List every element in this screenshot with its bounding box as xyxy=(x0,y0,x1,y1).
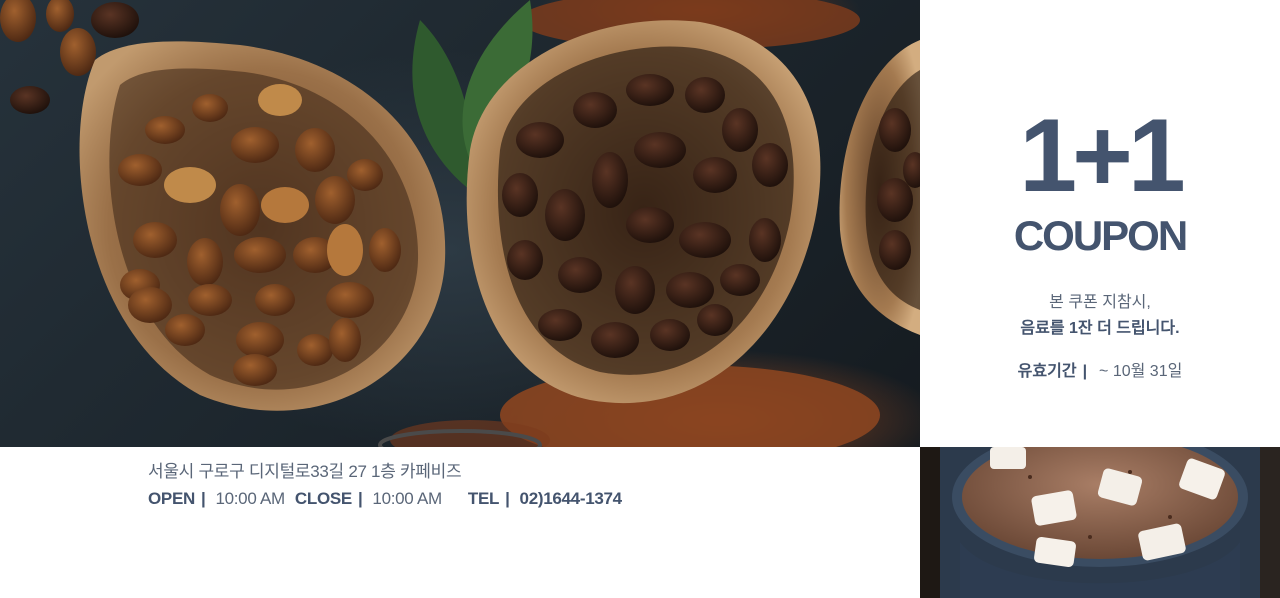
validity-label: 유효기간 xyxy=(1017,363,1077,380)
validity-value: ~ 10월 31일 xyxy=(1099,363,1183,380)
close-separator: | xyxy=(357,489,363,508)
open-separator: | xyxy=(200,489,206,508)
validity-separator: | xyxy=(1082,363,1088,380)
store-info: 서울시 구로구 디지털로33길 27 1층 카페비즈 OPEN | 10:00 AM… xyxy=(0,447,920,598)
coupon-panel: 1+1 COUPON 본 쿠폰 지참시, 음료를 1잔 더 드립니다. 유효기간… xyxy=(920,0,1280,447)
validity-period: 유효기간 | ~ 10월 31일 xyxy=(920,357,1280,381)
tel-separator: | xyxy=(505,489,510,508)
coupon-description-line2: 음료를 1잔 더 드립니다. xyxy=(1020,320,1180,337)
hot-cocoa-illustration xyxy=(920,447,1280,598)
coupon-headline: 1+1 xyxy=(1019,98,1185,214)
close-time: 10:00 AM xyxy=(372,489,442,508)
tel-value: 02)1644-1374 xyxy=(519,489,623,508)
coffee-beans-photo xyxy=(0,0,920,447)
hot-cocoa-photo xyxy=(920,447,1280,598)
open-time: 10:00 AM xyxy=(215,489,285,508)
coupon-description-line1: 본 쿠폰 지참시, xyxy=(1049,294,1151,311)
tel-label: TEL xyxy=(467,489,500,508)
coupon-title: COUPON xyxy=(1013,212,1188,259)
open-label: OPEN xyxy=(148,489,195,508)
hours-contact-row: OPEN | 10:00 AM CLOSE | 10:00 AM TEL | 02)1644-1… xyxy=(148,489,622,509)
store-address: 서울시 구로구 디지털로33길 27 1층 카페비즈 xyxy=(148,462,462,481)
coffee-beans-illustration xyxy=(0,0,920,447)
close-label: CLOSE xyxy=(294,489,352,508)
